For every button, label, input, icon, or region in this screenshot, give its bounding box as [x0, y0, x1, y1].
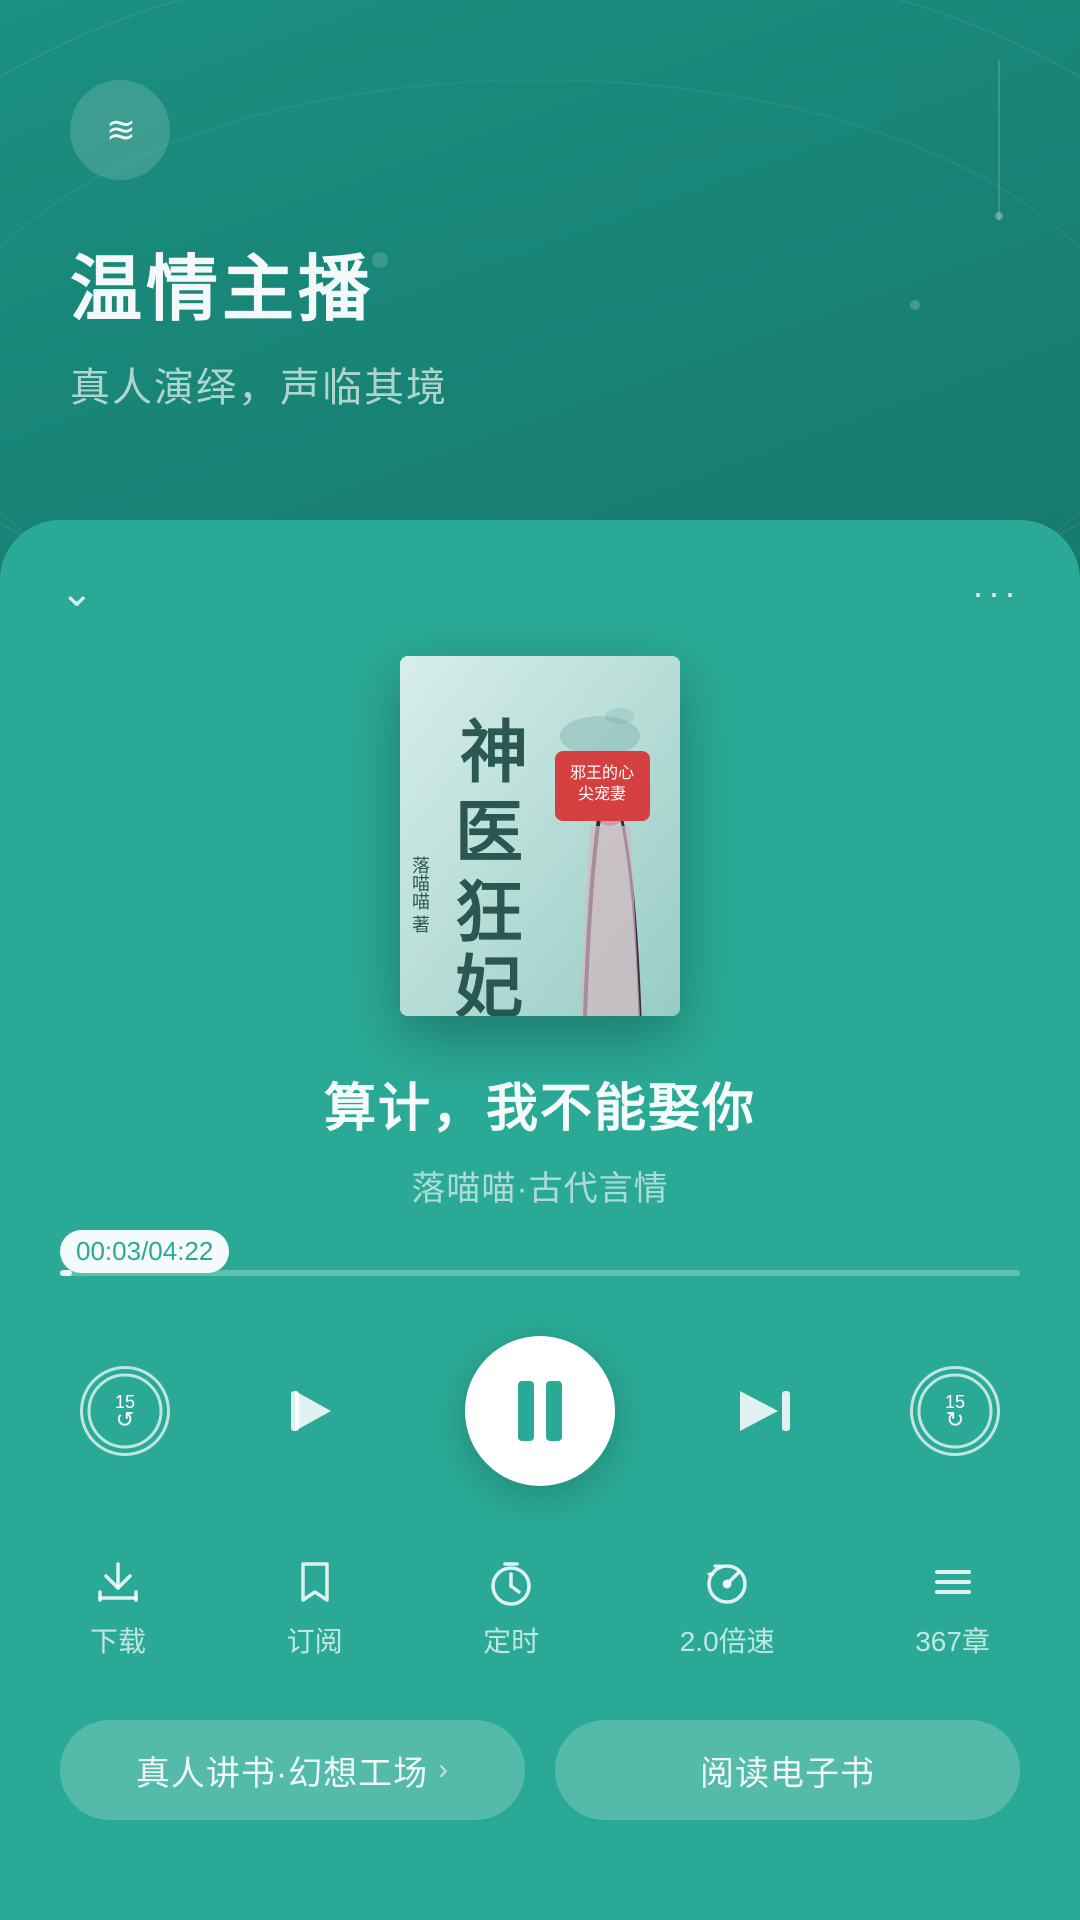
svg-text:尖宠妻: 尖宠妻 — [578, 785, 626, 803]
timer-label: 定时 — [483, 1620, 539, 1660]
previous-button[interactable] — [283, 1376, 353, 1446]
book-cover: 神 医 狂 妃 邪王的心 尖宠妻 落喵喵 著 — [400, 656, 680, 1016]
progress-section[interactable]: 00:03/04:22 — [60, 1270, 1020, 1276]
download-label: 下载 — [90, 1620, 146, 1660]
controls-row: 15 ↺ — [60, 1336, 1020, 1486]
header: ≋ 温情主播 真人演绎，声临其境 — [0, 0, 1080, 453]
more-options-button[interactable]: ··· — [972, 572, 1020, 614]
subscribe-action[interactable]: 订阅 — [287, 1556, 343, 1660]
book-cover-art: 神 医 狂 妃 邪王的心 尖宠妻 落喵喵 著 — [400, 656, 680, 1016]
next-button[interactable] — [728, 1376, 798, 1446]
skip-forward-button[interactable]: 15 ↻ — [910, 1366, 1000, 1456]
svg-text:↻: ↻ — [946, 1407, 964, 1432]
card-top-bar: ⌄ ··· — [60, 570, 1020, 616]
svg-text:妃: 妃 — [455, 950, 523, 1016]
human-narration-button[interactable]: 真人讲书·幻想工场 › — [60, 1720, 525, 1820]
speed-action[interactable]: 2.0倍速 — [680, 1556, 775, 1660]
svg-text:↺: ↺ — [116, 1407, 134, 1432]
chapters-action[interactable]: 367章 — [915, 1556, 990, 1660]
actions-row: 下载 订阅 定时 — [60, 1556, 1020, 1660]
player-card: ⌄ ··· — [0, 520, 1080, 1920]
subscribe-label: 订阅 — [287, 1620, 343, 1660]
svg-text:神: 神 — [460, 715, 528, 791]
timer-action[interactable]: 定时 — [483, 1556, 539, 1660]
svg-text:邪王的心: 邪王的心 — [570, 764, 634, 782]
speed-label: 2.0倍速 — [680, 1620, 775, 1660]
sub-title: 真人演绎，声临其境 — [70, 355, 1010, 413]
skip-back-button[interactable]: 15 ↺ — [80, 1366, 170, 1456]
progress-bar-bg[interactable] — [60, 1270, 1020, 1276]
read-ebook-button[interactable]: 阅读电子书 — [555, 1720, 1020, 1820]
chapters-label: 367章 — [915, 1620, 990, 1660]
main-title: 温情主播 — [70, 230, 1010, 335]
progress-time: 00:03/04:22 — [60, 1230, 229, 1273]
logo-circle: ≋ — [70, 80, 170, 180]
song-title: 算计，我不能娶你 — [60, 1066, 1020, 1141]
svg-text:落喵喵 著: 落喵喵 著 — [410, 856, 430, 933]
book-cover-wrapper: 神 医 狂 妃 邪王的心 尖宠妻 落喵喵 著 — [60, 656, 1020, 1016]
collapse-button[interactable]: ⌄ — [60, 570, 94, 616]
logo-icon: ≋ — [106, 109, 134, 151]
progress-bar-fill — [60, 1270, 72, 1276]
song-meta: 落喵喵·古代言情 — [60, 1161, 1020, 1210]
svg-text:医: 医 — [455, 795, 523, 871]
play-pause-button[interactable] — [465, 1336, 615, 1486]
download-action[interactable]: 下载 — [90, 1556, 146, 1660]
pause-icon — [518, 1381, 562, 1441]
bottom-buttons: 真人讲书·幻想工场 › 阅读电子书 — [60, 1720, 1020, 1820]
human-narration-label: 真人讲书·幻想工场 — [136, 1746, 428, 1795]
svg-text:狂: 狂 — [455, 875, 523, 951]
read-ebook-label: 阅读电子书 — [700, 1746, 875, 1795]
arrow-right-icon: › — [438, 1753, 449, 1787]
